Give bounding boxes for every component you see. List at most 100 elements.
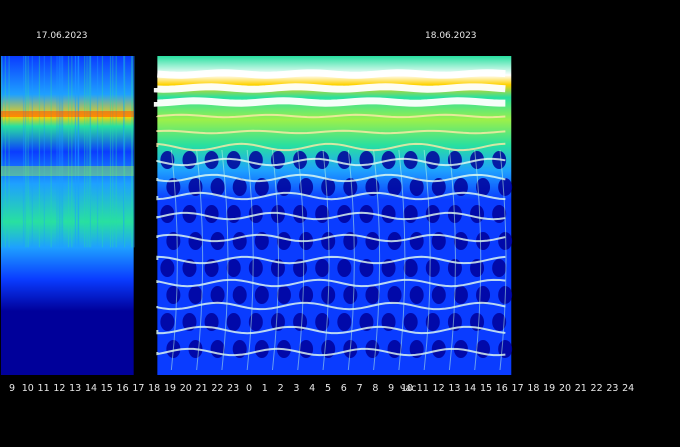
x-tick-label: 24 — [622, 383, 634, 394]
node-lobe — [276, 286, 291, 304]
noise-streak — [112, 56, 114, 248]
x-tick-label: 1 — [262, 383, 268, 394]
noise-streak — [43, 56, 45, 248]
node-lobe — [492, 259, 507, 277]
noise-streak — [109, 56, 112, 248]
node-lobe — [299, 286, 314, 304]
node-lobe — [160, 259, 175, 277]
x-tick-label: 13 — [448, 383, 460, 394]
noise-streak — [25, 56, 27, 248]
spectrogram-chart: 17.06.2023 18.06.2023 9 10 11 12 13 14 15 16 17 1… — [0, 0, 680, 447]
noise-streak — [67, 56, 70, 248]
noise-streak — [74, 56, 76, 248]
node-lobe — [431, 286, 446, 304]
x-tick-label: 16 — [117, 383, 129, 394]
x-tick-label: 20 — [180, 383, 192, 394]
resonance-line — [157, 69, 506, 79]
x-tick-label: 19 — [164, 383, 176, 394]
noise-streak — [62, 56, 64, 248]
x-tick-label: 9 — [388, 383, 394, 394]
segment-day2 — [153, 56, 513, 375]
x-tick-label: 11 — [417, 383, 429, 394]
x-tick-label: 15 — [101, 383, 113, 394]
node-lobe — [321, 232, 336, 250]
node-lobe — [226, 259, 241, 277]
x-tick-label: 2 — [278, 383, 284, 394]
x-tick-label: 0 — [246, 383, 252, 394]
node-lobe — [498, 232, 513, 250]
node-lobe — [409, 232, 424, 250]
node-lobe — [387, 178, 402, 196]
node-lobe — [188, 232, 203, 250]
node-lobe — [343, 286, 358, 304]
node-lobe — [387, 286, 402, 304]
x-tick-label: 8 — [372, 383, 378, 394]
x-tick-label: 11 — [38, 383, 50, 394]
x-axis-label: час — [400, 383, 417, 394]
x-tick-label: 14 — [85, 383, 97, 394]
node-lobe — [365, 232, 380, 250]
node-lobe — [166, 286, 181, 304]
x-tick-label: 22 — [591, 383, 603, 394]
node-lobe — [453, 286, 468, 304]
noise-streak — [38, 56, 41, 248]
node-lobe — [403, 259, 418, 277]
node-lobe — [425, 259, 440, 277]
x-tick-label: 18 — [527, 383, 539, 394]
x-tick-label: 16 — [496, 383, 508, 394]
noise-streak — [1, 56, 3, 248]
noise-streak — [115, 56, 117, 248]
noise-streak — [4, 56, 6, 248]
x-tick-label: 23 — [606, 383, 618, 394]
noise-streak — [58, 56, 60, 248]
node-lobe — [160, 313, 175, 331]
node-lobe — [403, 313, 418, 331]
node-lobe — [315, 259, 330, 277]
node-lobe — [204, 205, 219, 223]
noise-streak — [77, 56, 79, 248]
x-tick-label: 10 — [22, 383, 34, 394]
x-tick-label: 23 — [227, 383, 239, 394]
band-warm — [0, 166, 134, 176]
noise-streak — [31, 56, 33, 248]
noise-streak — [56, 56, 58, 248]
x-tick-label: 20 — [559, 383, 571, 394]
x-tick-label: 3 — [293, 383, 299, 394]
band-hot — [0, 111, 134, 117]
noise-streak — [133, 56, 135, 248]
node-lobe — [381, 205, 396, 223]
node-lobe — [232, 232, 247, 250]
node-lobe — [248, 151, 263, 169]
x-tick-label: 12 — [433, 383, 445, 394]
x-tick-label: 12 — [53, 383, 65, 394]
node-lobe — [409, 286, 424, 304]
noise-streak — [88, 56, 90, 248]
node-lobe — [498, 178, 513, 196]
node-lobe — [470, 205, 485, 223]
node-lobe — [248, 259, 263, 277]
x-tick-label: 13 — [69, 383, 81, 394]
node-lobe — [232, 286, 247, 304]
node-lobe — [210, 286, 225, 304]
noise-streak — [96, 56, 99, 248]
noise-streak — [71, 56, 73, 248]
node-lobe — [254, 286, 269, 304]
noise-streak — [89, 56, 92, 248]
noise-streak — [8, 56, 10, 248]
node-lobe — [293, 205, 308, 223]
segment-day1 — [0, 56, 135, 375]
x-tick-label: 6 — [341, 383, 347, 394]
noise-streak — [101, 56, 104, 248]
node-lobe — [188, 286, 203, 304]
node-lobe — [226, 205, 241, 223]
resonance-line — [153, 83, 506, 93]
x-tick-label: 14 — [464, 383, 476, 394]
noise-streak — [123, 56, 125, 248]
resonance-line — [153, 97, 506, 107]
node-lobe — [182, 151, 197, 169]
noise-streak — [50, 56, 52, 248]
x-tick-label: 18 — [148, 383, 160, 394]
node-lobe — [276, 232, 291, 250]
noise-streak — [131, 56, 133, 248]
noise-streak — [27, 56, 29, 248]
